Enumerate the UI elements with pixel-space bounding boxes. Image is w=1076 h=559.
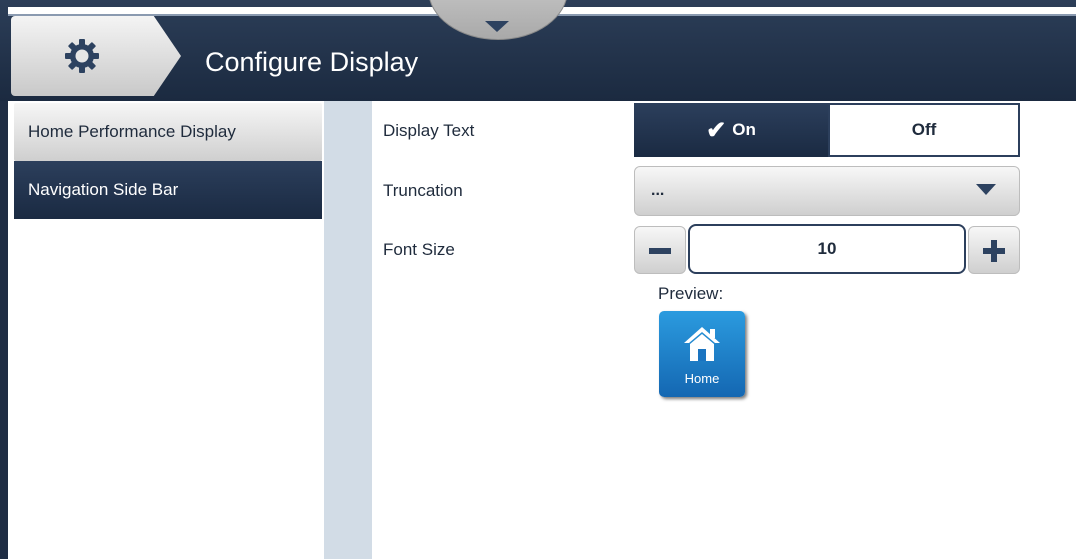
- sidebar: Home Performance Display Navigation Side…: [8, 101, 322, 559]
- font-size-decrement-button[interactable]: [634, 226, 686, 274]
- sidebar-item-label: Home Performance Display: [28, 122, 236, 141]
- gear-icon: [65, 39, 99, 73]
- page-title: Configure Display: [205, 47, 419, 77]
- truncation-dropdown[interactable]: ...: [634, 166, 1020, 216]
- left-edge-strip: [0, 101, 8, 559]
- font-size-input[interactable]: 10: [688, 224, 966, 274]
- panel-divider: [324, 101, 372, 559]
- font-size-label: Font Size: [383, 240, 455, 259]
- truncation-value: ...: [651, 182, 665, 199]
- sidebar-item-home-performance-display[interactable]: Home Performance Display: [14, 103, 322, 161]
- checkmark-icon: ✔: [706, 116, 727, 144]
- off-label: Off: [911, 120, 937, 139]
- preview-tile-label: Home: [684, 371, 720, 386]
- display-text-label: Display Text: [383, 121, 475, 140]
- chevron-down-icon: [976, 184, 996, 195]
- sidebar-item-navigation-side-bar[interactable]: Navigation Side Bar: [14, 161, 322, 219]
- display-text-off-button[interactable]: Off: [828, 103, 1020, 157]
- preview-home-tile: Home: [659, 311, 745, 397]
- sidebar-item-label: Navigation Side Bar: [28, 180, 179, 199]
- home-icon: [684, 327, 720, 361]
- on-label: On: [732, 120, 756, 139]
- chevron-down-icon: [485, 21, 509, 32]
- minus-icon: [649, 248, 671, 254]
- display-text-on-button[interactable]: ✔ On: [634, 103, 828, 157]
- font-size-value: 10: [817, 239, 837, 258]
- preview-label: Preview:: [658, 284, 724, 303]
- font-size-increment-button[interactable]: [968, 226, 1020, 274]
- truncation-label: Truncation: [383, 181, 463, 200]
